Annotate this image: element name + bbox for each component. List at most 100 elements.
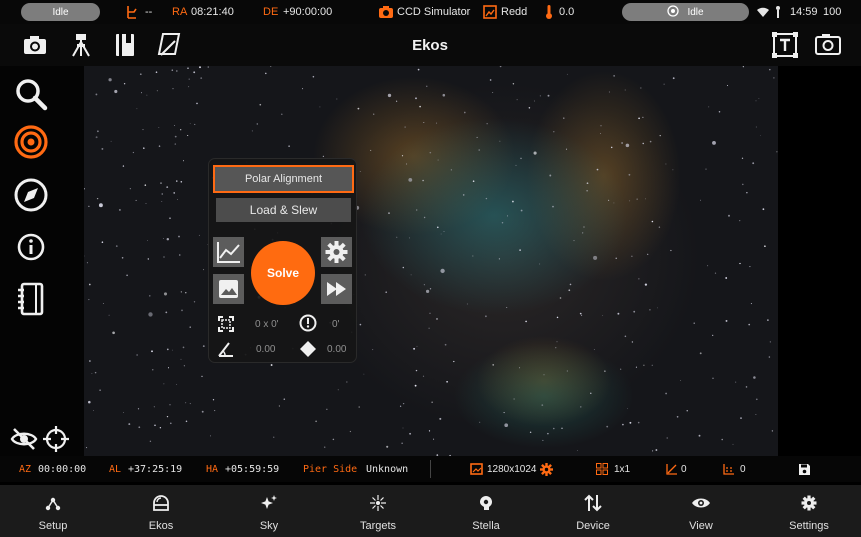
- target-icon[interactable]: [13, 124, 49, 160]
- star: [637, 421, 640, 424]
- star: [167, 367, 170, 369]
- star: [143, 147, 145, 149]
- sky-image[interactable]: [84, 66, 778, 456]
- star: [755, 126, 757, 128]
- journal-icon[interactable]: [13, 281, 49, 317]
- star: [610, 146, 613, 149]
- nav-settings[interactable]: Settings: [769, 485, 849, 537]
- star: [725, 277, 728, 279]
- star: [175, 70, 178, 72]
- ra-value: 08:21:40: [191, 6, 234, 18]
- star: [758, 98, 760, 99]
- star: [640, 87, 642, 89]
- star: [163, 383, 165, 385]
- error-value: 0': [332, 319, 340, 330]
- star: [180, 291, 182, 293]
- star: [178, 235, 180, 238]
- star: [539, 95, 541, 97]
- star: [359, 323, 362, 326]
- right-gutter: [778, 66, 861, 456]
- left-status-pill[interactable]: Idle: [21, 3, 100, 21]
- star: [705, 168, 707, 170]
- nav-targets[interactable]: Targets: [338, 485, 418, 537]
- save-icon[interactable]: [798, 456, 811, 482]
- rotation-value: 0.00: [256, 344, 276, 355]
- star: [183, 365, 185, 367]
- star: [422, 179, 424, 182]
- star: [364, 274, 366, 276]
- nav-setup[interactable]: Setup: [13, 485, 93, 537]
- compass-icon[interactable]: [13, 177, 49, 213]
- nav-view[interactable]: View: [661, 485, 741, 537]
- star: [553, 131, 555, 133]
- star: [322, 155, 325, 158]
- align-panel: Polar Alignment Load & Slew Solve 0 x 0'…: [208, 158, 357, 363]
- fast-forward-icon: [321, 282, 352, 308]
- star: [499, 140, 501, 142]
- solve-button[interactable]: Solve: [251, 241, 315, 305]
- star: [600, 125, 602, 127]
- star: [529, 431, 532, 434]
- nav-device[interactable]: Device: [553, 485, 633, 537]
- star: [422, 375, 425, 377]
- sparkle-icon: [259, 493, 279, 513]
- search-icon[interactable]: [13, 76, 49, 112]
- star: [121, 257, 124, 259]
- fast-forward-button[interactable]: [321, 274, 352, 304]
- right-status-pill[interactable]: Idle: [622, 3, 749, 21]
- star: [721, 438, 723, 441]
- star: [437, 159, 439, 161]
- star: [187, 134, 189, 137]
- nav-sky[interactable]: Sky: [229, 485, 309, 537]
- notebook-icon[interactable]: [110, 30, 140, 60]
- chart-button[interactable]: [213, 237, 244, 267]
- star: [185, 402, 187, 404]
- star: [516, 99, 518, 101]
- right-status-text: Idle: [687, 6, 704, 18]
- nav-stella[interactable]: Stella: [446, 485, 526, 537]
- star: [472, 255, 474, 257]
- star: [533, 100, 535, 102]
- star: [439, 417, 442, 420]
- star: [698, 434, 701, 437]
- gain-value: 0: [681, 463, 687, 475]
- star: [740, 417, 742, 419]
- star: [680, 380, 682, 381]
- camera-icon[interactable]: [20, 30, 50, 60]
- star: [533, 151, 537, 155]
- star: [251, 130, 253, 132]
- polar-alignment-button[interactable]: Polar Alignment: [213, 165, 354, 193]
- star: [519, 367, 521, 369]
- star: [423, 216, 426, 219]
- star: [166, 415, 169, 418]
- text-frame-icon[interactable]: [770, 30, 800, 60]
- settings-button[interactable]: [321, 237, 352, 267]
- star: [549, 174, 552, 177]
- resolution-gear-icon[interactable]: [540, 456, 553, 482]
- tripod-icon[interactable]: [66, 30, 96, 60]
- camera-name: CCD Simulator: [397, 6, 471, 18]
- visibility-off-icon[interactable]: [10, 425, 38, 453]
- ha-label: HA: [206, 463, 219, 475]
- drawing-icon[interactable]: [155, 30, 185, 60]
- star: [608, 199, 610, 201]
- star: [359, 171, 361, 172]
- star: [137, 408, 140, 410]
- star: [94, 371, 97, 374]
- resolution-value: 1280x1024: [487, 463, 537, 475]
- star: [101, 147, 104, 150]
- star: [663, 83, 665, 85]
- nav-ekos[interactable]: Ekos: [121, 485, 201, 537]
- star: [555, 347, 557, 349]
- screenshot-icon[interactable]: [813, 30, 843, 60]
- load-slew-button[interactable]: Load & Slew: [216, 198, 351, 222]
- star: [270, 66, 272, 68]
- star: [732, 443, 734, 445]
- star: [515, 164, 517, 166]
- crosshair-icon[interactable]: [42, 425, 70, 453]
- image-button[interactable]: [213, 274, 244, 304]
- star: [180, 129, 182, 131]
- info-icon[interactable]: [13, 229, 49, 265]
- temperature-value: 0.0: [559, 6, 575, 18]
- pixel-scale-icon: [299, 340, 317, 358]
